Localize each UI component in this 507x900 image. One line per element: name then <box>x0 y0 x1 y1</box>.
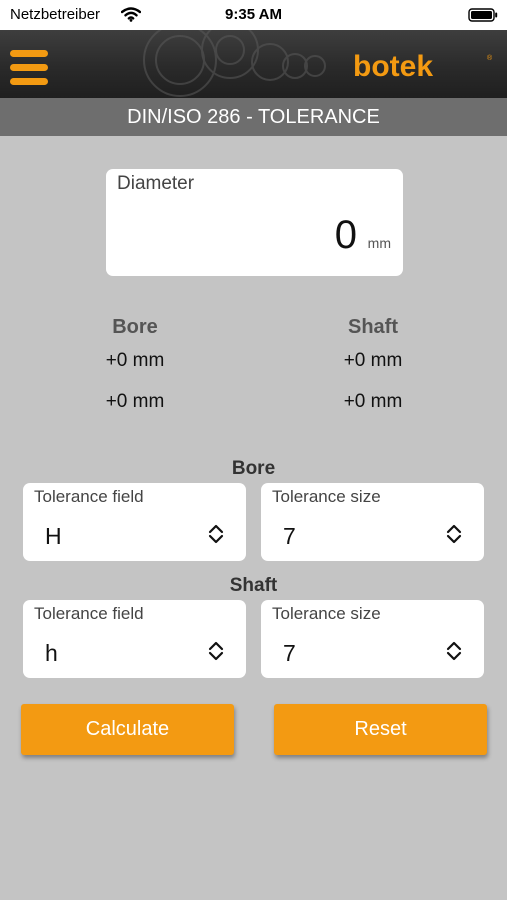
status-bar: Netzbetreiber 9:35 AM <box>0 0 507 30</box>
chevron-up-down-icon <box>208 524 224 544</box>
bore-tolerance-size-label: Tolerance size <box>272 487 381 506</box>
brand-logo-text: botek <box>353 52 433 80</box>
shaft-tolerance-size-value: 7 <box>283 640 296 666</box>
shaft-tolerance-size-label: Tolerance size <box>272 604 381 623</box>
bore-tolerance-size-select[interactable]: Tolerance size 7 <box>261 483 484 561</box>
brand-logo: botek ® <box>353 52 493 80</box>
diameter-value[interactable]: 0 <box>335 213 357 258</box>
app-header: botek ® <box>0 30 507 98</box>
calculate-button[interactable]: Calculate <box>21 704 234 755</box>
shaft-tolerance-field-label: Tolerance field <box>34 604 144 623</box>
diameter-unit: mm <box>367 235 391 251</box>
svg-text:®: ® <box>487 54 493 62</box>
shaft-section-label: Shaft <box>229 575 278 596</box>
bore-upper-deviation: +0 mm <box>105 350 165 371</box>
shaft-tolerance-field-select[interactable]: Tolerance field h <box>23 600 246 678</box>
diameter-field[interactable]: Diameter 0 mm <box>106 169 403 276</box>
bore-tolerance-size-value: 7 <box>283 523 296 549</box>
page-title: DIN/ISO 286 - TOLERANCE <box>0 98 507 136</box>
chevron-up-down-icon <box>446 641 462 661</box>
shaft-lower-deviation: +0 mm <box>343 391 403 412</box>
shaft-result-heading: Shaft <box>348 316 398 338</box>
shaft-tolerance-size-select[interactable]: Tolerance size 7 <box>261 600 484 678</box>
gear-decoration-icon <box>143 30 326 97</box>
bore-result: Bore +0 mm +0 mm <box>45 316 225 428</box>
battery-icon <box>468 8 498 27</box>
bore-tolerance-field-label: Tolerance field <box>34 487 144 506</box>
menu-icon-bar <box>10 78 48 85</box>
menu-icon-bar <box>10 50 48 57</box>
diameter-label: Diameter <box>117 173 195 194</box>
status-time: 9:35 AM <box>225 6 282 23</box>
reset-button[interactable]: Reset <box>274 704 487 755</box>
shaft-result: Shaft +0 mm +0 mm <box>283 316 463 428</box>
chevron-up-down-icon <box>208 641 224 661</box>
bore-tolerance-field-value: H <box>45 523 62 549</box>
chevron-up-down-icon <box>446 524 462 544</box>
bore-tolerance-field-select[interactable]: Tolerance field H <box>23 483 246 561</box>
bore-lower-deviation: +0 mm <box>105 391 165 412</box>
bore-section-label: Bore <box>231 458 276 479</box>
menu-button[interactable] <box>10 50 48 86</box>
bore-result-heading: Bore <box>112 316 158 338</box>
shaft-upper-deviation: +0 mm <box>343 350 403 371</box>
shaft-tolerance-field-value: h <box>45 640 58 666</box>
menu-icon-bar <box>10 64 48 71</box>
